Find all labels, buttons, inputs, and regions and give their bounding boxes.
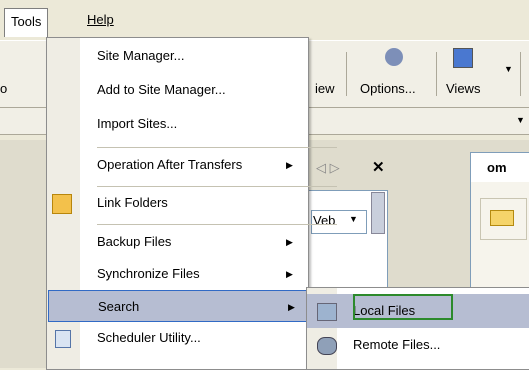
- menu-separator: [97, 147, 337, 148]
- menu-item-label: Import Sites...: [97, 116, 178, 131]
- menu-item-scheduler-utility[interactable]: Scheduler Utility...: [47, 322, 308, 354]
- menu-item-label: Scheduler Utility...: [97, 330, 201, 345]
- toolbar-views-button[interactable]: Views: [446, 80, 480, 98]
- menu-item-label: Add to Site Manager...: [97, 82, 226, 97]
- toolbar-separator: [520, 52, 521, 96]
- web-combo-arrow-icon[interactable]: ▼: [349, 214, 358, 224]
- menu-item-site-manager[interactable]: Site Manager...: [80, 40, 341, 72]
- menu-item-label: Synchronize Files: [97, 266, 200, 281]
- remote-search-icon: [317, 337, 337, 355]
- submenu-item-label: Remote Files...: [353, 337, 441, 352]
- menu-item-search[interactable]: Search ▶: [48, 290, 307, 322]
- link-folders-icon: [52, 194, 72, 214]
- toolbar-separator: [436, 52, 437, 96]
- menu-item-add-to-site-manager[interactable]: Add to Site Manager...: [80, 74, 341, 106]
- local-search-icon: [317, 303, 337, 321]
- submenu-arrow-icon: ▶: [286, 160, 293, 170]
- views-dropdown-arrow-icon[interactable]: ▼: [504, 64, 513, 74]
- address-dropdown-arrow-icon[interactable]: ▼: [516, 115, 525, 125]
- submenu-item-remote-files[interactable]: Remote Files...: [307, 328, 529, 362]
- menu-item-label: Backup Files: [97, 234, 172, 249]
- toolbar-label-partial-left: o: [0, 81, 8, 96]
- panel-close-icon[interactable]: ✕: [372, 158, 385, 176]
- panel-scroll-handle[interactable]: [371, 192, 385, 234]
- menu-separator: [97, 224, 337, 225]
- menu-item-synchronize-files[interactable]: Synchronize Files ▶: [80, 258, 341, 290]
- focus-highlight-box: [353, 294, 453, 320]
- views-icon[interactable]: [453, 48, 473, 68]
- scheduler-icon: [55, 330, 71, 348]
- menu-item-label: Search: [98, 299, 140, 314]
- options-icon[interactable]: [385, 48, 403, 66]
- remote-tab-label[interactable]: om: [487, 160, 507, 175]
- menu-tools[interactable]: Tools: [4, 8, 49, 37]
- submenu-arrow-icon: ▶: [286, 269, 293, 279]
- tools-menu: Site Manager... Add to Site Manager... I…: [46, 37, 337, 370]
- menu-item-label: Operation After Transfers: [97, 157, 243, 172]
- menu-item-label: Site Manager...: [97, 48, 185, 63]
- submenu-arrow-icon: ▶: [288, 302, 295, 312]
- menu-bar: [0, 0, 529, 38]
- folder-icon: [490, 210, 514, 226]
- toolbar-options-button[interactable]: Options...: [360, 80, 416, 98]
- menu-item-backup-files[interactable]: Backup Files ▶: [80, 226, 341, 258]
- submenu-arrow-icon: ▶: [286, 237, 293, 247]
- menu-help[interactable]: Help: [82, 10, 119, 30]
- menu-item-label: Link Folders: [97, 195, 168, 210]
- menu-item-operation-after-transfers[interactable]: Operation After Transfers ▶: [80, 149, 341, 181]
- toolbar-separator: [346, 52, 347, 96]
- menu-item-import-sites[interactable]: Import Sites...: [80, 108, 341, 140]
- menu-item-link-folders[interactable]: Link Folders: [52, 187, 341, 219]
